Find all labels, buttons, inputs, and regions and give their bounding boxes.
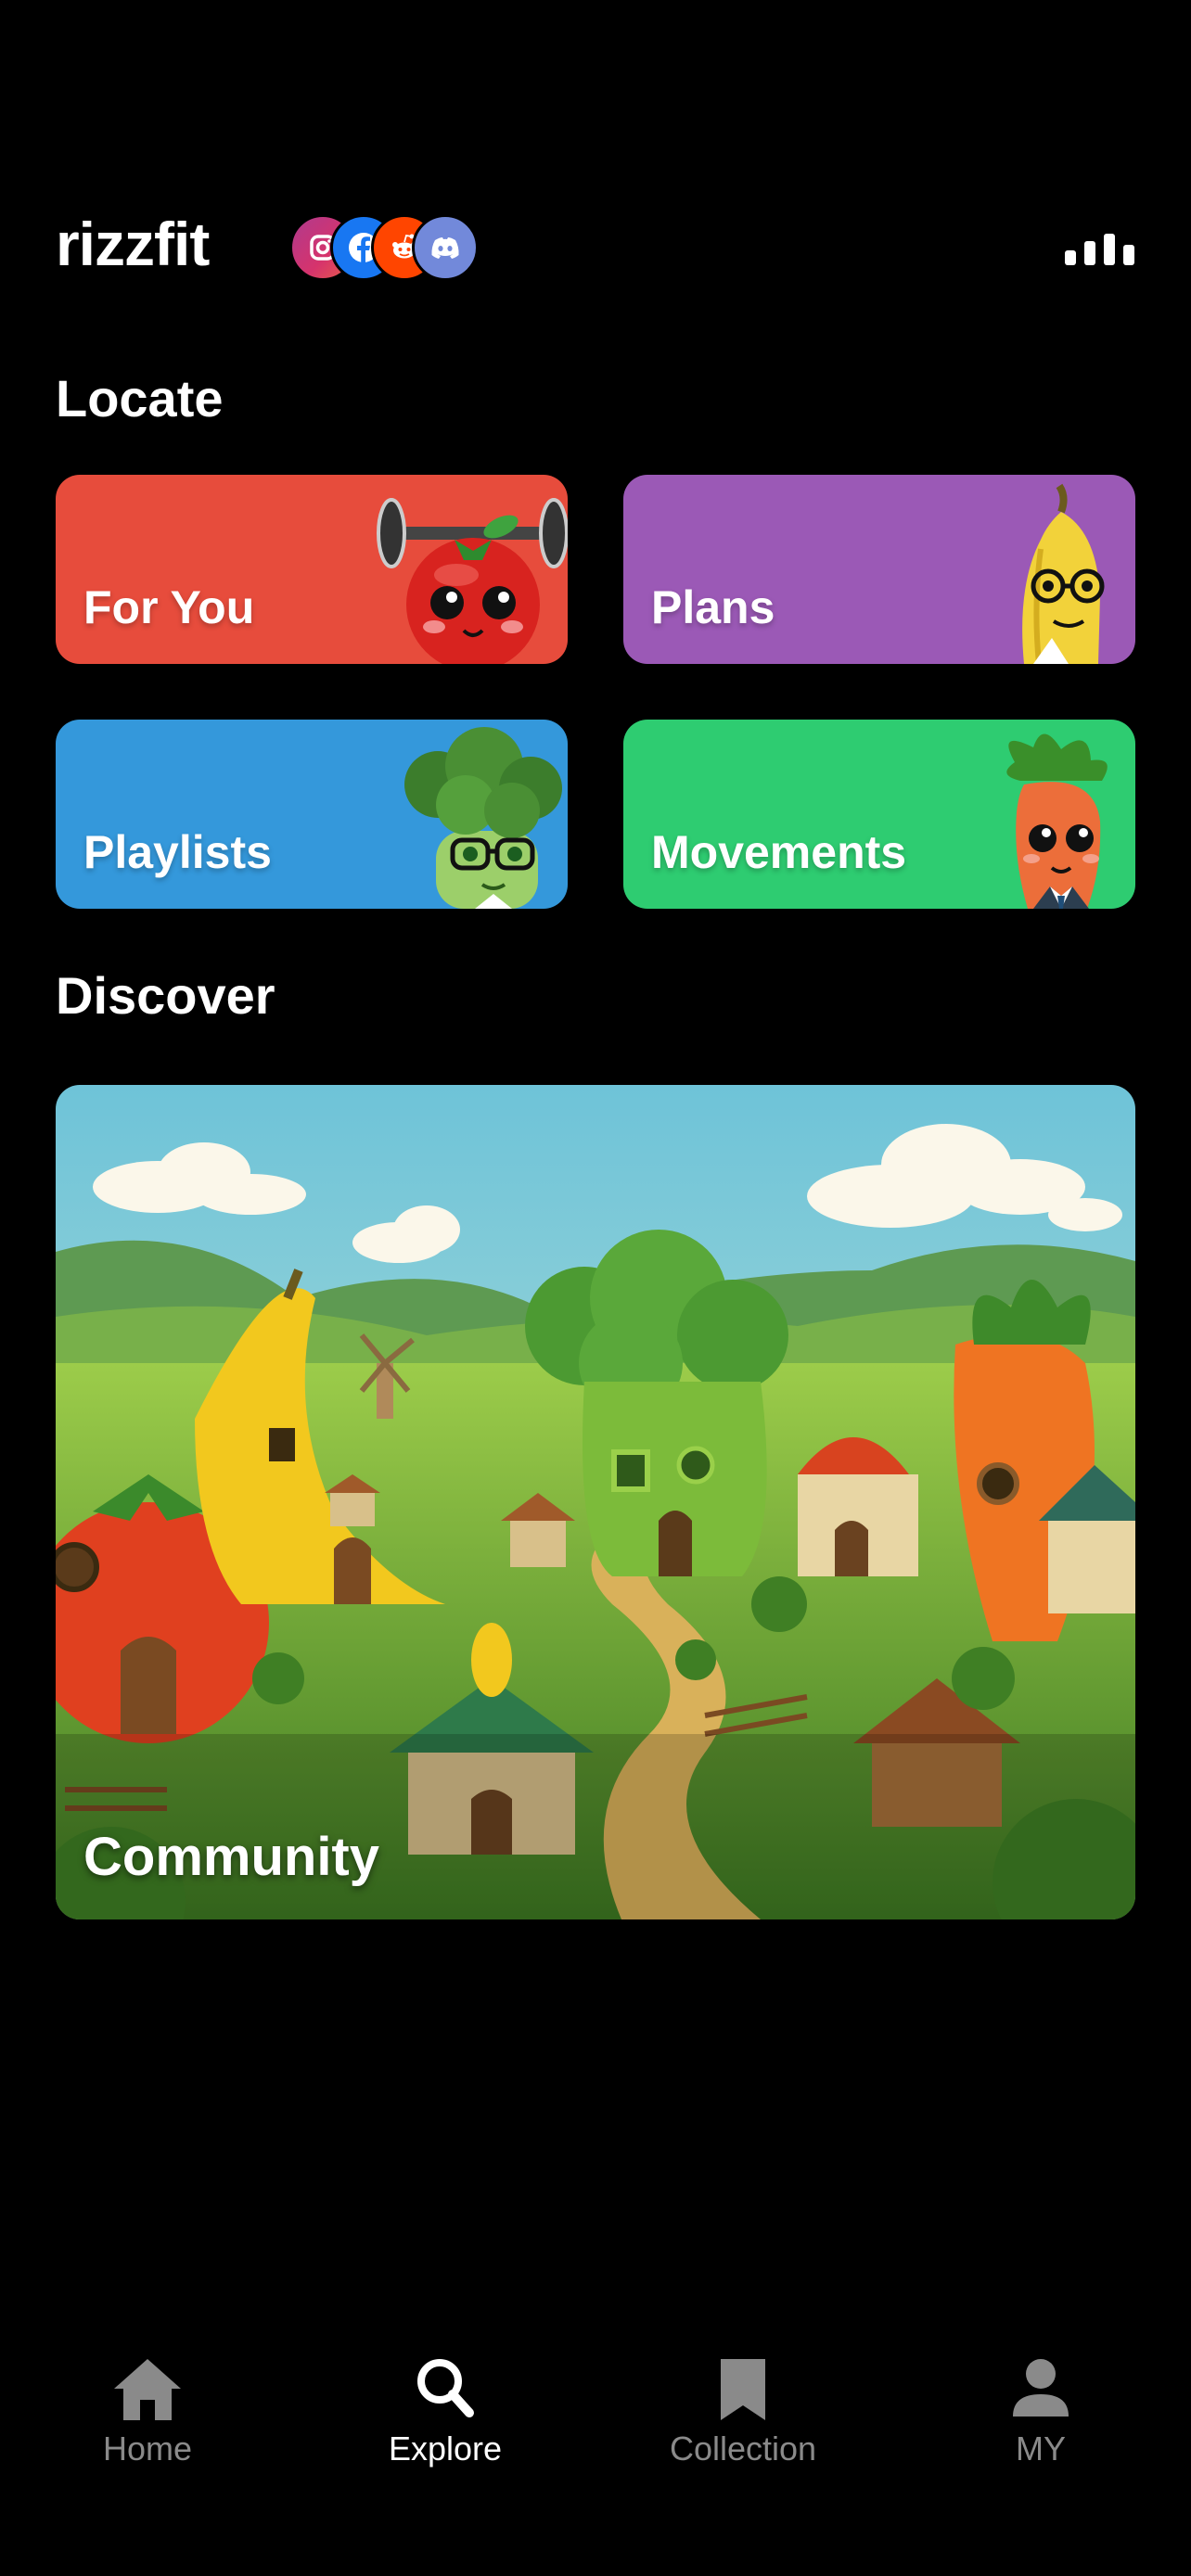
bottom-nav: Home Explore Collection MY: [0, 2355, 1191, 2504]
community-label: Community: [83, 1827, 379, 1887]
card-plans[interactable]: Plans: [623, 475, 1135, 664]
card-label: For You: [83, 581, 255, 633]
nav-label: Explore: [388, 2429, 503, 2468]
home-icon: [114, 2359, 181, 2420]
person-icon: [1013, 2359, 1069, 2417]
tomato-mascot-icon: [377, 498, 568, 664]
nav-home[interactable]: Home: [55, 2355, 240, 2494]
nav-label: MY: [1016, 2429, 1066, 2468]
nav-label: Collection: [669, 2429, 817, 2468]
app-header: rizzfit: [56, 206, 1135, 289]
banana-mascot-icon: [1022, 483, 1105, 664]
card-movements[interactable]: Movements: [623, 720, 1135, 909]
carrot-mascot-icon: [1006, 733, 1108, 909]
app-logo: rizzfit: [56, 210, 210, 278]
bookmark-icon: [721, 2359, 765, 2420]
social-links: [289, 214, 512, 281]
card-for-you[interactable]: For You: [56, 475, 568, 664]
card-label: Movements: [651, 826, 907, 878]
nav-label: Home: [102, 2429, 193, 2468]
discord-icon[interactable]: [412, 214, 479, 281]
locate-title: Locate: [56, 369, 224, 427]
broccoli-mascot-icon: [404, 727, 562, 909]
vegetable-village-illustration: [56, 1085, 1135, 1919]
nav-my[interactable]: MY: [948, 2355, 1133, 2494]
nav-explore[interactable]: Explore: [352, 2355, 538, 2494]
community-feature-card[interactable]: Community: [56, 1085, 1135, 1919]
search-icon: [417, 2359, 474, 2417]
nav-collection[interactable]: Collection: [650, 2355, 836, 2494]
discover-title: Discover: [56, 966, 275, 1025]
card-label: Plans: [651, 581, 775, 633]
card-label: Playlists: [83, 826, 272, 878]
audio-bars-icon[interactable]: [1065, 234, 1135, 265]
card-playlists[interactable]: Playlists: [56, 720, 568, 909]
